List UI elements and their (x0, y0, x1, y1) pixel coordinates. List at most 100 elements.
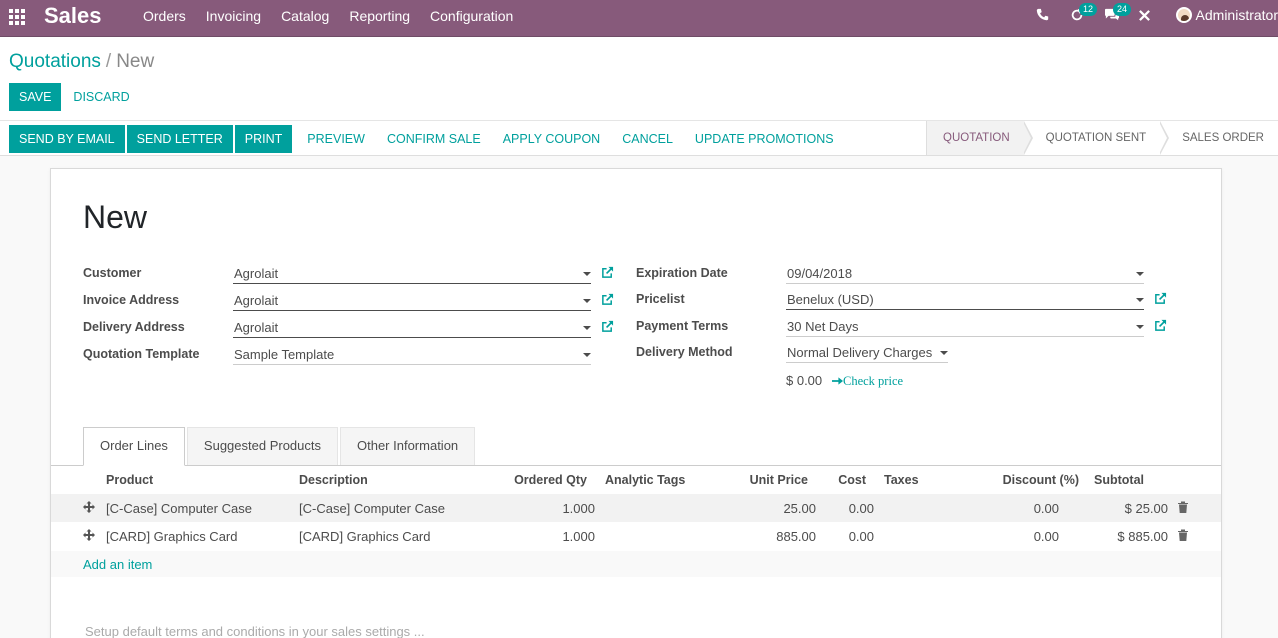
chevron-down-icon[interactable] (940, 351, 948, 355)
breadcrumb: Quotations / New (9, 51, 154, 73)
breadcrumb-quotations[interactable]: Quotations (9, 51, 101, 72)
chevron-down-icon[interactable] (583, 299, 591, 303)
check-price-link[interactable]: Check price (832, 374, 903, 389)
apps-grid-icon[interactable] (9, 9, 27, 25)
cell-cost: 0.00 (848, 529, 874, 544)
close-icon[interactable] (1138, 9, 1151, 26)
discard-button[interactable]: Discard (63, 83, 139, 111)
column-taxes[interactable]: Taxes (884, 473, 919, 487)
menu-configuration[interactable]: Configuration (430, 8, 513, 24)
column-analytic-tags[interactable]: Analytic Tags (605, 473, 685, 487)
tab-suggested-products[interactable]: Suggested Products (186, 427, 338, 465)
chevron-down-icon[interactable] (1136, 272, 1144, 276)
activity-button[interactable]: 12 (1070, 3, 1098, 26)
column-ordered-qty[interactable]: Ordered Qty (487, 473, 587, 487)
user-name: Administrator (1195, 7, 1278, 23)
external-link-icon[interactable] (601, 266, 614, 279)
table-row[interactable]: [C-Case] Computer Case [C-Case] Computer… (51, 494, 1221, 522)
status-bar: Send by Email Send Letter Print Preview … (0, 121, 1278, 156)
menu-orders[interactable]: Orders (143, 8, 186, 24)
quotation-template-field[interactable]: Sample Template (233, 345, 591, 365)
tab-order-lines[interactable]: Order Lines (83, 427, 185, 466)
expiration-date-field[interactable]: 09/04/2018 (786, 264, 1144, 284)
stage-label: Quotation (943, 132, 1010, 144)
invoice-address-value: Agrolait (234, 293, 279, 308)
expiration-date-label: Expiration Date (636, 266, 728, 280)
tab-other-information[interactable]: Other Information (340, 427, 476, 465)
delivery-method-field[interactable]: Normal Delivery Charges (786, 343, 948, 363)
cell-subtotal: $ 25.00 (1124, 501, 1168, 516)
messages-button[interactable]: 24 (1104, 3, 1132, 26)
menu-invoicing[interactable]: Invoicing (206, 8, 261, 24)
invoice-address-label: Invoice Address (83, 293, 180, 307)
apply-coupon-button[interactable]: Apply Coupon (493, 125, 611, 153)
drag-handle-icon[interactable] (83, 501, 95, 513)
print-button[interactable]: Print (234, 125, 293, 153)
chevron-down-icon[interactable] (583, 353, 591, 357)
customer-field[interactable]: Agrolait (233, 264, 591, 284)
quotation-template-value: Sample Template (234, 347, 335, 362)
stage-label: Quotation Sent (1045, 132, 1147, 144)
cell-discount: 0.00 (1033, 501, 1059, 516)
column-product[interactable]: Product (106, 473, 153, 487)
delivery-method-value: Normal Delivery Charges (787, 345, 933, 360)
cell-qty: 1.000 (562, 501, 595, 516)
pricelist-field[interactable]: Benelux (USD) (786, 290, 1144, 310)
cell-cost: 0.00 (848, 501, 874, 516)
external-link-icon[interactable] (1154, 319, 1167, 332)
column-description[interactable]: Description (299, 473, 368, 487)
send-letter-button[interactable]: Send Letter (126, 125, 233, 153)
cancel-button[interactable]: Cancel (612, 125, 683, 153)
order-lines-header: Product Description Ordered Qty Analytic… (51, 467, 1221, 495)
table-row[interactable]: [CARD] Graphics Card [CARD] Graphics Car… (51, 522, 1221, 550)
send-by-email-button[interactable]: Send by Email (9, 125, 125, 153)
activity-count-badge: 12 (1079, 3, 1098, 16)
delivery-address-field[interactable]: Agrolait (233, 318, 591, 338)
menu-catalog[interactable]: Catalog (281, 8, 329, 24)
add-item-link[interactable]: Add an item (83, 557, 152, 572)
expiration-date-value: 09/04/2018 (787, 266, 853, 281)
phone-icon[interactable] (1036, 8, 1049, 25)
cell-description: [C-Case] Computer Case (299, 501, 445, 516)
main-menu: Orders Invoicing Catalog Reporting Confi… (143, 8, 533, 24)
payment-terms-label: Payment Terms (636, 319, 729, 333)
control-panel: Quotations / New Save Discard (0, 37, 1278, 121)
add-item-row: Add an item (51, 551, 1221, 577)
column-cost[interactable]: Cost (766, 473, 866, 487)
update-promotions-button[interactable]: Update Promotions (685, 125, 844, 153)
chevron-down-icon[interactable] (1136, 298, 1144, 302)
customer-label: Customer (83, 266, 142, 280)
external-link-icon[interactable] (601, 320, 614, 333)
confirm-sale-button[interactable]: Confirm Sale (377, 125, 491, 153)
pricelist-label: Pricelist (636, 292, 685, 306)
preview-button[interactable]: Preview (297, 125, 375, 153)
chevron-down-icon[interactable] (583, 326, 591, 330)
form-sheet: New Customer Agrolait Invoice Address Ag… (50, 168, 1222, 638)
top-navbar: Sales Orders Invoicing Catalog Reporting… (0, 0, 1278, 37)
breadcrumb-current: New (116, 51, 155, 72)
stage-quotation-sent[interactable]: Quotation Sent (1024, 121, 1170, 155)
chevron-down-icon[interactable] (1136, 325, 1144, 329)
delivery-method-label: Delivery Method (636, 345, 733, 359)
notebook-tabs: Order Lines Suggested Products Other Inf… (83, 427, 477, 466)
invoice-address-field[interactable]: Agrolait (233, 291, 591, 311)
cell-discount: 0.00 (1033, 529, 1059, 544)
chevron-down-icon[interactable] (583, 272, 591, 276)
terms-and-conditions-field[interactable]: Setup default terms and conditions in yo… (85, 624, 425, 638)
stage-quotation[interactable]: Quotation (927, 121, 1033, 155)
user-menu[interactable]: Administrator (1175, 7, 1278, 23)
column-subtotal[interactable]: Subtotal (1044, 473, 1144, 487)
stage-sales-order[interactable]: Sales Order (1160, 121, 1278, 155)
save-button[interactable]: Save (9, 83, 62, 111)
trash-icon[interactable] (1178, 501, 1188, 513)
app-title[interactable]: Sales (44, 3, 102, 29)
payment-terms-field[interactable]: 30 Net Days (786, 317, 1144, 337)
trash-icon[interactable] (1178, 529, 1188, 541)
payment-terms-value: 30 Net Days (787, 319, 859, 334)
external-link-icon[interactable] (601, 293, 614, 306)
drag-handle-icon[interactable] (83, 529, 95, 541)
external-link-icon[interactable] (1154, 292, 1167, 305)
menu-reporting[interactable]: Reporting (349, 8, 410, 24)
breadcrumb-separator: / (105, 51, 112, 72)
page-title: New (83, 199, 148, 235)
